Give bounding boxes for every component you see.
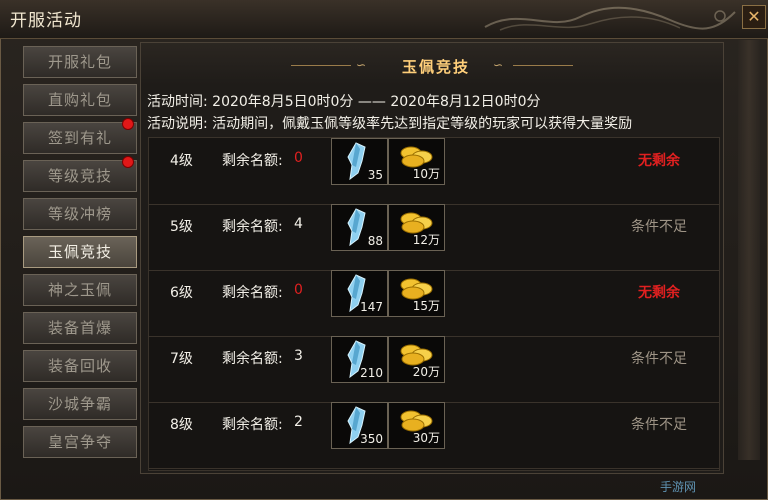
close-button[interactable]: ✕ — [742, 5, 766, 29]
gold-item-slot[interactable]: 20万 — [388, 336, 445, 383]
banner-line-left — [291, 65, 351, 66]
crystal-count: 147 — [360, 300, 383, 314]
gold-item-slot[interactable]: 12万 — [388, 204, 445, 251]
level-label: 7级 — [170, 351, 193, 367]
remain-label: 剩余名额: — [222, 153, 283, 169]
gold-count: 12万 — [412, 233, 440, 247]
level-label: 6级 — [170, 285, 193, 301]
reward-table: 4级 剩余名额: 0 35 10万 无剩余 5级 剩余名额: 4 88 12万 条件不足 6级 剩余名额:… — [148, 137, 720, 471]
sidebar-item-9[interactable]: 沙城争霸 — [23, 388, 137, 420]
remain-value: 2 — [294, 414, 303, 430]
remain-label: 剩余名额: — [222, 219, 283, 235]
remain-label: 剩余名额: — [222, 417, 283, 433]
crystal-item-slot[interactable]: 210 — [331, 336, 388, 383]
remain-label: 剩余名额: — [222, 285, 283, 301]
banner-line-right — [513, 65, 573, 66]
dragon-decoration-icon — [484, 6, 736, 31]
activity-time: 活动时间: 2020年8月5日0时0分 —— 2020年8月12日0时0分 — [147, 94, 541, 110]
sidebar-item-6[interactable]: 神之玉佩 — [23, 274, 137, 306]
remain-label: 剩余名额: — [222, 351, 283, 367]
sidebar-item-7[interactable]: 装备首爆 — [23, 312, 137, 344]
gold-count: 15万 — [412, 299, 440, 313]
ornament-right-icon: ∽ — [493, 58, 504, 72]
remain-value: 0 — [294, 150, 303, 166]
watermark-logo: 手游网 — [660, 480, 697, 494]
window-title: 开服活动 — [10, 11, 82, 31]
gold-count: 30万 — [412, 431, 440, 445]
crystal-count: 35 — [367, 168, 383, 182]
status-label: 条件不足 — [631, 219, 687, 235]
sidebar-item-0[interactable]: 开服礼包 — [23, 46, 137, 78]
table-row: 6级 剩余名额: 0 147 15万 无剩余 — [149, 270, 719, 337]
crystal-item-slot[interactable]: 147 — [331, 270, 388, 317]
crystal-count: 88 — [367, 234, 383, 248]
gold-item-slot[interactable]: 30万 — [388, 402, 445, 449]
gold-count: 10万 — [412, 167, 440, 181]
table-row: 5级 剩余名额: 4 88 12万 条件不足 — [149, 204, 719, 271]
crystal-item-slot[interactable]: 88 — [331, 204, 388, 251]
level-label: 5级 — [170, 219, 193, 235]
table-row: 7级 剩余名额: 3 210 20万 条件不足 — [149, 336, 719, 403]
level-label: 8级 — [170, 417, 193, 433]
crystal-item-slot[interactable]: 350 — [331, 402, 388, 449]
remain-value: 3 — [294, 348, 303, 364]
banner-title: 玉佩竞技 — [401, 58, 470, 76]
crystal-item-slot[interactable]: 35 — [331, 138, 388, 185]
table-row: 8级 剩余名额: 2 350 30万 条件不足 — [149, 402, 719, 469]
sidebar: 开服礼包直购礼包签到有礼等级竞技等级冲榜玉佩竞技神之玉佩装备首爆装备回收沙城争霸… — [15, 42, 145, 462]
activity-description: 活动说明: 活动期间，佩戴玉佩等级率先达到指定等级的玩家可以获得大量奖励 — [147, 116, 633, 132]
sidebar-item-2[interactable]: 签到有礼 — [23, 122, 137, 154]
crystal-count: 350 — [360, 432, 383, 446]
notification-dot-icon — [122, 118, 134, 130]
status-label: 条件不足 — [631, 417, 687, 433]
notification-dot-icon — [122, 156, 134, 168]
status-label: 无剩余 — [638, 285, 680, 301]
sidebar-item-1[interactable]: 直购礼包 — [23, 84, 137, 116]
gold-item-slot[interactable]: 15万 — [388, 270, 445, 317]
table-row: 4级 剩余名额: 0 35 10万 无剩余 — [149, 138, 719, 205]
ornament-left-icon: ∽ — [356, 58, 367, 72]
sidebar-item-5[interactable]: 玉佩竞技 — [23, 236, 137, 268]
banner: ∽ 玉佩竞技 ∽ — [141, 43, 723, 85]
remain-value: 4 — [294, 216, 303, 232]
status-label: 条件不足 — [631, 351, 687, 367]
remain-value: 0 — [294, 282, 303, 298]
title-bar: 开服活动 ✕ — [0, 0, 768, 39]
sidebar-item-8[interactable]: 装备回收 — [23, 350, 137, 382]
gold-count: 20万 — [412, 365, 440, 379]
sidebar-item-10[interactable]: 皇宫争夺 — [23, 426, 137, 458]
level-label: 4级 — [170, 153, 193, 169]
crystal-count: 210 — [360, 366, 383, 380]
status-label: 无剩余 — [638, 153, 680, 169]
main-panel: ∽ 玉佩竞技 ∽ 活动时间: 2020年8月5日0时0分 —— 2020年8月1… — [140, 42, 724, 474]
gold-item-slot[interactable]: 10万 — [388, 138, 445, 185]
sidebar-item-3[interactable]: 等级竞技 — [23, 160, 137, 192]
sidebar-item-4[interactable]: 等级冲榜 — [23, 198, 137, 230]
right-border-decoration — [738, 40, 760, 460]
